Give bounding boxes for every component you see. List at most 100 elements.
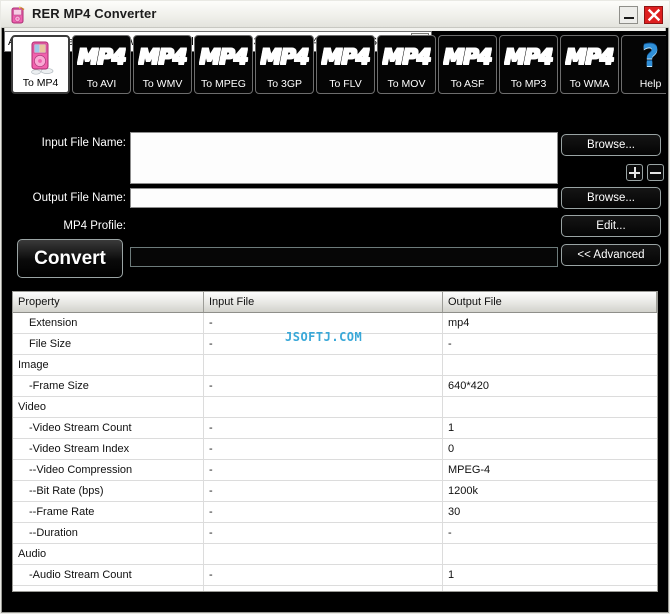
table-row[interactable]: Image [13,354,657,376]
cell-output-file [442,396,657,418]
toolbar-button-label: To WMV [142,78,183,90]
cell-output-file: 1 [442,417,657,439]
cell-input-file: - [203,438,443,460]
mp4-logo-icon: MP4 [500,40,557,74]
properties-table: Property Input File Output File Extensio… [13,292,657,591]
toolbar-button-to-asf[interactable]: MP4 To ASF [438,35,497,94]
question-glyph: ? [641,39,660,74]
toolbar-button-label: To FLV [329,78,362,90]
cell-output-file: 640*420 [442,375,657,397]
cell-input-file [203,396,443,418]
toolbar-button-to-mp3[interactable]: MP4 To MP3 [499,35,558,94]
cell-output-file: MPEG-4 [442,459,657,481]
cell-input-file: - [203,480,443,502]
input-file-label: Input File Name: [41,137,126,149]
cell-output-file [442,543,657,565]
toolbar-button-to-mov[interactable]: MP4 To MOV [377,35,436,94]
toolbar-button-label: To MP4 [22,77,59,89]
mp4-logo-icon: MP4 [134,40,191,74]
toolbar-button-to-wma[interactable]: MP4 To WMA [560,35,619,94]
cell-output-file: - [442,522,657,544]
cell-property: -Video Stream Count [13,417,204,439]
cell-input-file: - [203,417,443,439]
table-row[interactable]: --Frame Rate -30 [13,501,657,523]
column-header-input-file[interactable]: Input File [203,292,443,313]
input-file-field[interactable] [130,132,558,184]
cell-property: --Video Compression [13,459,204,481]
close-icon[interactable] [644,6,663,24]
table-row[interactable]: -Audio Stream Index-0 [13,585,657,591]
cell-property: --Frame Rate [13,501,204,523]
toolbar-button-to-avi[interactable]: MP4 To AVI [72,35,131,94]
cell-property: --Bit Rate (bps) [13,480,204,502]
cell-output-file: - [442,333,657,355]
table-row[interactable]: -Video Stream Index -0 [13,438,657,460]
cell-property: Extension [13,312,204,334]
table-row[interactable]: -Frame Size -640*420 [13,375,657,397]
table-row[interactable]: --Video Compression - MPEG-4 [13,459,657,481]
browse-input-button[interactable]: Browse... [561,134,661,156]
output-file-field[interactable] [130,188,558,208]
mp4-logo-text: MP4 [261,42,310,72]
ipod-app-icon [8,5,27,24]
advanced-toggle-button[interactable]: << Advanced [561,244,661,266]
window-title: RER MP4 Converter [32,6,157,21]
browse-output-button[interactable]: Browse... [561,187,661,209]
table-row[interactable]: Audio [13,543,657,565]
toolbar-button-label: To ASF [450,78,485,90]
cell-input-file [203,543,443,565]
toolbar-button-label: To MPEG [201,78,246,90]
toolbar-button-to-3gp[interactable]: MP4 To 3GP [255,35,314,94]
column-header-property[interactable]: Property [13,292,204,313]
cell-property: -Video Stream Index [13,438,204,460]
mp4-logo-text: MP4 [566,42,615,72]
edit-profile-button[interactable]: Edit... [561,215,661,237]
table-row[interactable]: Extension - mp4 [13,312,657,334]
mp4-logo-icon: MP4 [561,40,618,74]
mp4-logo-text: MP4 [200,42,249,72]
cell-output-file [442,354,657,376]
mp4-logo-text: MP4 [322,42,371,72]
mp4-logo-text: MP4 [444,42,493,72]
cell-output-file: 0 [442,438,657,460]
toolbar-button-to-flv[interactable]: MP4 To FLV [316,35,375,94]
cell-input-file: - [203,585,443,591]
toolbar-button-label: To WMA [569,78,610,90]
toolbar-button-to-mp4[interactable]: To MP4 [11,35,70,94]
cell-property: File Size [13,333,204,355]
toolbar-button-label: To 3GP [266,78,303,90]
table-row[interactable]: --Duration - - [13,522,657,544]
toolbar-button-label: To MP3 [510,78,547,90]
media-info-table[interactable]: Property Input File Output File Extensio… [12,291,658,592]
table-row[interactable]: -Audio Stream Count -1 [13,564,657,586]
table-row[interactable]: -Video Stream Count -1 [13,417,657,439]
toolbar-button-help[interactable]: ? Help [621,35,666,94]
cell-output-file: mp4 [442,312,657,334]
remove-file-button[interactable] [647,164,664,181]
toolbar-button-to-mpeg[interactable]: MP4 To MPEG [194,35,253,94]
column-header-output-file[interactable]: Output File [442,292,657,313]
main-content: To MP4 MP4 To AVI MP4 To WMV MP4 To MPEG… [4,31,666,610]
cell-input-file: - [203,459,443,481]
toolbar-button-to-wmv[interactable]: MP4 To WMV [133,35,192,94]
table-row[interactable]: File Size - - [13,333,657,355]
mp4-logo-icon: MP4 [195,40,252,74]
minimize-button[interactable] [619,6,638,24]
cell-output-file: 0 [442,585,657,591]
table-row[interactable]: --Bit Rate (bps) -1200k [13,480,657,502]
progress-bar [130,247,558,267]
add-file-button[interactable] [626,164,643,181]
convert-button[interactable]: Convert [17,239,123,278]
cell-output-file: 1200k [442,480,657,502]
table-row[interactable]: Video [13,396,657,418]
cell-output-file: 1 [442,564,657,586]
cell-property: --Duration [13,522,204,544]
toolbar-button-label: To MOV [387,78,426,90]
cell-input-file [203,354,443,376]
cell-property: Image [13,354,204,376]
app-window: RER MP4 Converter To MP4 MP4 To AVI MP4 … [0,0,670,614]
mp4-logo-icon: MP4 [378,40,435,74]
title-bar: RER MP4 Converter [1,1,669,28]
question-icon: ? [622,40,666,74]
table-head: Property Input File Output File [13,292,657,313]
